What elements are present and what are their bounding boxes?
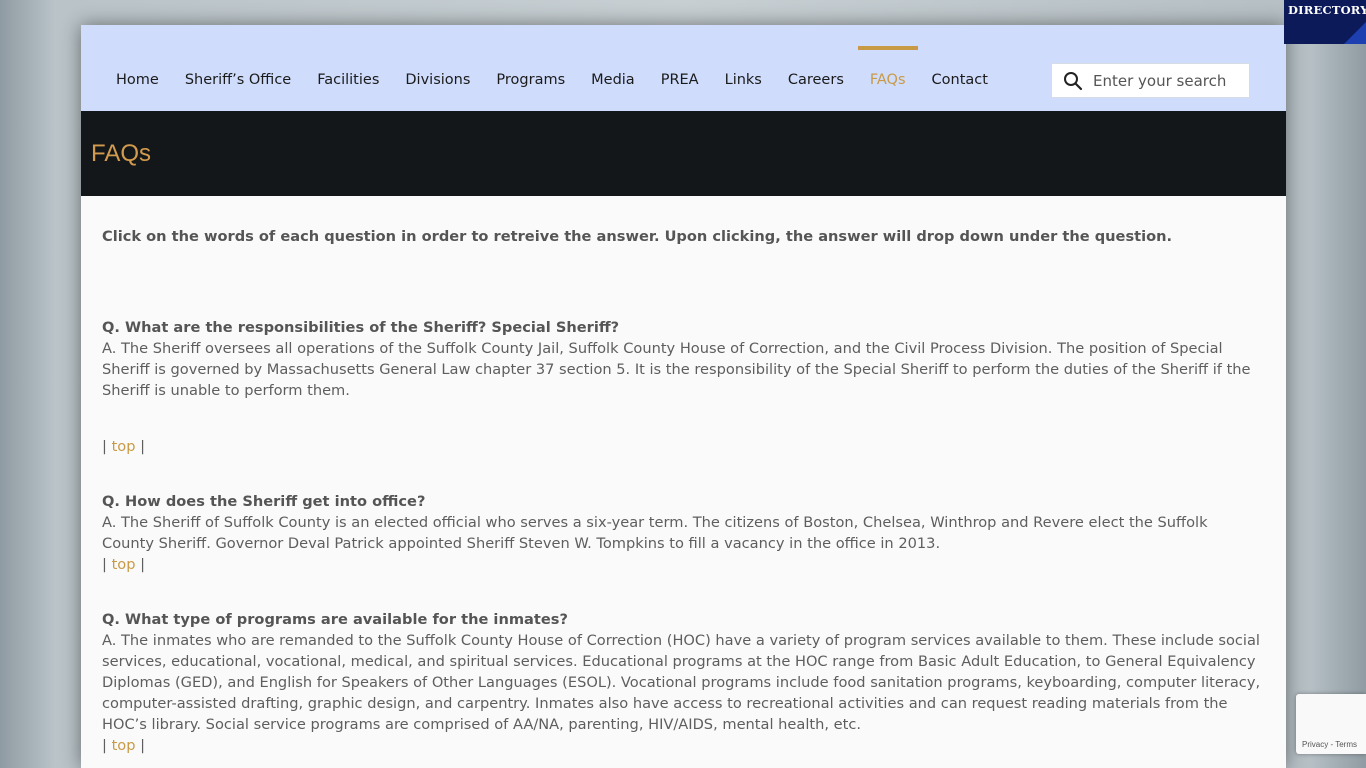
page-title: FAQs [91, 139, 152, 167]
nav-item-faqs[interactable]: FAQs [857, 46, 918, 88]
search-input[interactable] [1093, 71, 1243, 90]
faq-item-1: Q. What are the responsibilities of the … [102, 317, 1264, 457]
search-box [1051, 63, 1250, 98]
main-nav: Home Sheriff’s Office Facilities Divisio… [116, 46, 1014, 88]
nav-item-links[interactable]: Links [725, 72, 762, 88]
search-icon[interactable] [1063, 71, 1083, 91]
nav-item-programs[interactable]: Programs [496, 72, 565, 88]
main-navbar: Home Sheriff’s Office Facilities Divisio… [81, 25, 1286, 111]
top-link[interactable]: top [112, 737, 136, 754]
recaptcha-badge: Privacy - Terms [1296, 694, 1366, 754]
directory-label: DIRECTORY [1288, 3, 1366, 17]
directory-tab[interactable]: DIRECTORY [1284, 0, 1366, 44]
top-link[interactable]: top [112, 556, 136, 573]
nav-item-careers[interactable]: Careers [788, 72, 844, 88]
faq-question[interactable]: Q. What type of programs are available f… [102, 609, 1264, 630]
faq-answer: A. The Sheriff oversees all operations o… [102, 340, 1251, 399]
faq-question[interactable]: Q. How does the Sheriff get into office? [102, 491, 1264, 512]
nav-item-facilities[interactable]: Facilities [317, 72, 379, 88]
top-link-line: | top | [102, 438, 146, 455]
recaptcha-terms-link[interactable]: Terms [1335, 740, 1357, 749]
faq-question[interactable]: Q. What are the responsibilities of the … [102, 317, 1264, 338]
nav-item-media[interactable]: Media [591, 72, 635, 88]
top-link[interactable]: top [112, 438, 136, 455]
nav-item-home[interactable]: Home [116, 72, 159, 88]
nav-item-contact[interactable]: Contact [932, 72, 988, 88]
faq-answer: A. The inmates who are remanded to the S… [102, 632, 1261, 733]
top-link-line: | top | [102, 556, 146, 573]
nav-item-prea[interactable]: PREA [661, 72, 699, 88]
intro-text: Click on the words of each question in o… [102, 228, 1173, 245]
nav-item-divisions[interactable]: Divisions [405, 72, 470, 88]
page-title-bar: FAQs [81, 111, 1286, 196]
faq-item-3: Q. What type of programs are available f… [102, 609, 1264, 756]
page-container: Home Sheriff’s Office Facilities Divisio… [81, 25, 1286, 768]
recaptcha-privacy-link[interactable]: Privacy [1302, 740, 1328, 749]
faq-answer: A. The Sheriff of Suffolk County is an e… [102, 514, 1208, 552]
recaptcha-links: Privacy - Terms [1302, 740, 1357, 749]
faq-item-2: Q. How does the Sheriff get into office?… [102, 491, 1264, 575]
top-link-line: | top | [102, 737, 146, 754]
faq-content: Click on the words of each question in o… [81, 196, 1286, 756]
nav-item-sheriffs-office[interactable]: Sheriff’s Office [185, 72, 291, 88]
